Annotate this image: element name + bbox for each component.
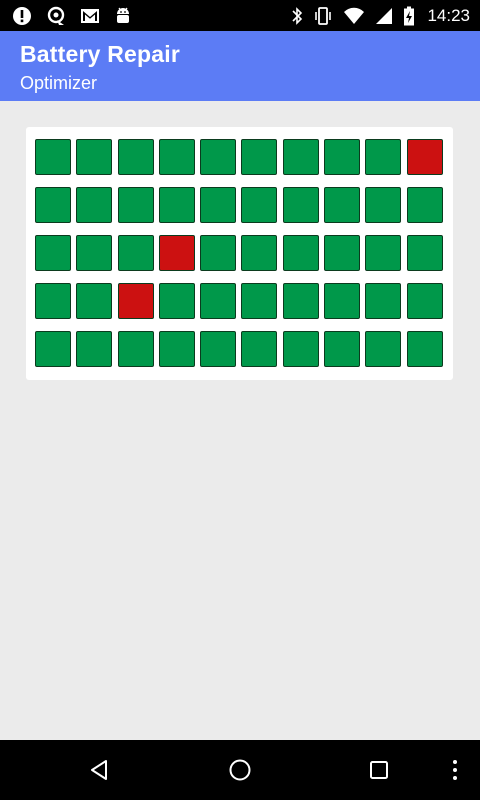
- bluetooth-icon: [292, 6, 303, 25]
- battery-cell-ok[interactable]: [76, 235, 113, 271]
- status-time: 14:23: [427, 5, 470, 25]
- battery-cell-panel: [26, 127, 453, 380]
- status-bar: 14:23: [0, 0, 480, 31]
- system-icons: 14:23: [291, 0, 470, 31]
- battery-cell-ok[interactable]: [324, 235, 361, 271]
- battery-cell-ok[interactable]: [324, 283, 361, 319]
- battery-cell-ok[interactable]: [158, 283, 195, 319]
- battery-cell-ok[interactable]: [117, 331, 154, 367]
- battery-cell-ok[interactable]: [282, 139, 319, 175]
- battery-cell-ok[interactable]: [406, 331, 443, 367]
- battery-cell-ok[interactable]: [35, 235, 71, 271]
- battery-cell-ok[interactable]: [365, 235, 402, 271]
- battery-cell-ok[interactable]: [117, 235, 154, 271]
- recents-button[interactable]: [361, 752, 397, 788]
- battery-cell-ok[interactable]: [76, 283, 113, 319]
- navigation-bar: [0, 740, 480, 800]
- battery-cell-damaged[interactable]: [406, 139, 443, 175]
- battery-cell-ok[interactable]: [158, 331, 195, 367]
- battery-cell-ok[interactable]: [158, 187, 195, 223]
- battery-cell-ok[interactable]: [406, 187, 443, 223]
- battery-cell-ok[interactable]: [76, 139, 113, 175]
- battery-cell-ok[interactable]: [282, 235, 319, 271]
- battery-cell-ok[interactable]: [200, 283, 237, 319]
- battery-cell-ok[interactable]: [76, 187, 113, 223]
- sync-icon: [47, 6, 65, 25]
- gmail-icon: [81, 8, 99, 23]
- battery-cell-damaged[interactable]: [117, 283, 154, 319]
- battery-cell-ok[interactable]: [406, 235, 443, 271]
- battery-cell-ok[interactable]: [241, 283, 278, 319]
- notification-icons: [12, 0, 132, 31]
- signal-icon: [376, 7, 393, 24]
- overflow-menu-icon: [453, 760, 457, 780]
- battery-charging-icon: [404, 6, 415, 25]
- app-title: Battery Repair: [20, 41, 181, 67]
- battery-cell-ok[interactable]: [35, 283, 71, 319]
- battery-cell-ok[interactable]: [158, 139, 195, 175]
- battery-cell-ok[interactable]: [35, 187, 71, 223]
- alert-icon: [13, 6, 31, 25]
- battery-cell-ok[interactable]: [35, 331, 71, 367]
- battery-cell-ok[interactable]: [365, 139, 402, 175]
- battery-cell-ok[interactable]: [406, 283, 443, 319]
- battery-cell-ok[interactable]: [117, 187, 154, 223]
- battery-cell-ok[interactable]: [200, 235, 237, 271]
- back-button[interactable]: [81, 752, 117, 788]
- battery-cell-ok[interactable]: [365, 331, 402, 367]
- battery-cell-ok[interactable]: [324, 139, 361, 175]
- battery-cell-ok[interactable]: [324, 331, 361, 367]
- battery-cell-ok[interactable]: [365, 187, 402, 223]
- battery-cell-damaged[interactable]: [158, 235, 195, 271]
- battery-cell-ok[interactable]: [35, 139, 71, 175]
- battery-cell-ok[interactable]: [282, 331, 319, 367]
- battery-cell-ok[interactable]: [282, 187, 319, 223]
- battery-cell-ok[interactable]: [324, 187, 361, 223]
- recents-icon: [370, 761, 388, 779]
- battery-cell-ok[interactable]: [241, 331, 278, 367]
- battery-cell-ok[interactable]: [241, 235, 278, 271]
- back-icon: [91, 760, 107, 780]
- wifi-icon: [344, 7, 365, 24]
- overflow-menu-button[interactable]: [437, 752, 473, 788]
- battery-cell-ok[interactable]: [117, 139, 154, 175]
- battery-cell-ok[interactable]: [200, 331, 237, 367]
- home-button[interactable]: [222, 752, 258, 788]
- vibrate-icon: [315, 6, 332, 25]
- battery-cell-ok[interactable]: [200, 187, 237, 223]
- battery-cell-ok[interactable]: [76, 331, 113, 367]
- home-icon: [229, 759, 251, 781]
- battery-cell-ok[interactable]: [200, 139, 237, 175]
- battery-cell-ok[interactable]: [241, 187, 278, 223]
- battery-cell-ok[interactable]: [241, 139, 278, 175]
- battery-cell-ok[interactable]: [365, 283, 402, 319]
- battery-cell-ok[interactable]: [282, 283, 319, 319]
- app-subtitle: Optimizer: [20, 73, 98, 93]
- android-debug-icon: [117, 7, 129, 23]
- app-bar: Battery Repair Optimizer: [0, 31, 480, 101]
- battery-cell-grid: [35, 139, 443, 367]
